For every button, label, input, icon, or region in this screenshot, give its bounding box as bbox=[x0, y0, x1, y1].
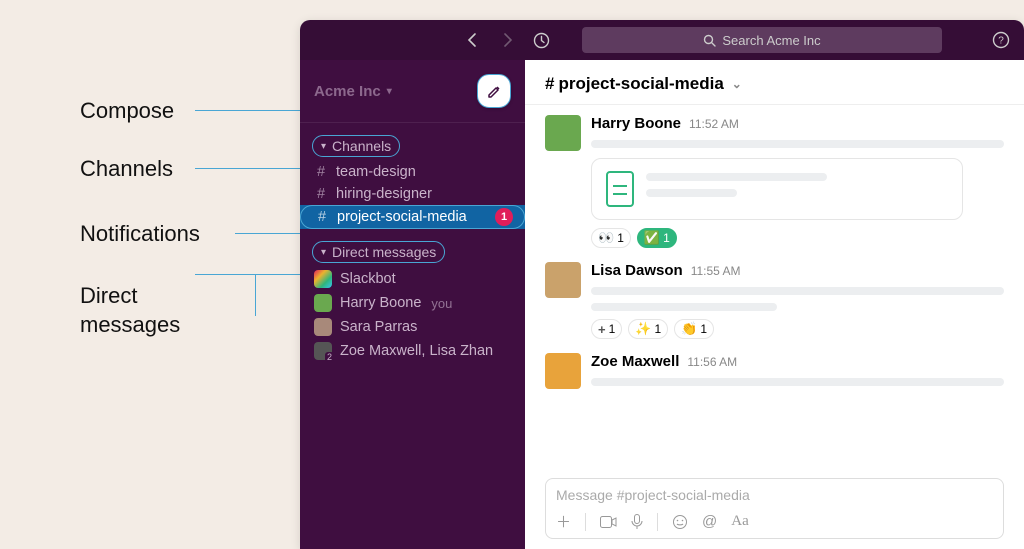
composer-format-icon[interactable]: Aa bbox=[731, 513, 749, 530]
help-icon[interactable]: ? bbox=[990, 29, 1012, 51]
direct-messages-section-header[interactable]: ▾ Direct messages bbox=[312, 241, 445, 263]
message-list: Harry Boone 11:52 AM 👀1 bbox=[525, 105, 1024, 478]
chevron-down-icon: ▾ bbox=[387, 86, 392, 97]
reactions-bar: 👀1 ✅1 bbox=[591, 228, 1004, 248]
annotation-channels: Channels bbox=[80, 156, 173, 182]
message-attachment[interactable] bbox=[591, 158, 963, 220]
avatar-icon bbox=[545, 262, 581, 298]
dm-item-slackbot[interactable]: Slackbot bbox=[300, 267, 525, 291]
channels-section-header[interactable]: ▾ Channels bbox=[312, 135, 400, 157]
reaction-check[interactable]: ✅1 bbox=[637, 228, 677, 248]
workspace-header[interactable]: Acme Inc ▾ bbox=[300, 66, 525, 123]
message-author[interactable]: Zoe Maxwell bbox=[591, 353, 679, 370]
message-text-placeholder bbox=[591, 287, 1004, 295]
avatar-group-icon: 2 bbox=[314, 342, 332, 360]
annotation-direct-messages: Direct messages bbox=[80, 282, 180, 339]
composer-mic-icon[interactable] bbox=[631, 514, 643, 530]
document-icon bbox=[606, 171, 634, 207]
message-composer[interactable]: Message #project-social-media ＋ @ Aa bbox=[545, 478, 1004, 539]
svg-text:?: ? bbox=[998, 36, 1004, 47]
message-item: Harry Boone 11:52 AM 👀1 bbox=[545, 115, 1004, 248]
compose-button[interactable] bbox=[477, 74, 511, 108]
message-item: Zoe Maxwell 11:56 AM bbox=[545, 353, 1004, 389]
message-author[interactable]: Lisa Dawson bbox=[591, 262, 683, 279]
channel-name: team-design bbox=[336, 164, 416, 180]
reaction-sparkles[interactable]: ✨1 bbox=[628, 319, 668, 339]
avatar-icon bbox=[545, 115, 581, 151]
you-label: you bbox=[431, 296, 452, 311]
compose-icon bbox=[486, 83, 503, 100]
channel-view: # project-social-media ⌄ Harry Boone 11:… bbox=[525, 60, 1024, 549]
attachment-meta-placeholder bbox=[646, 189, 737, 197]
reaction-clap[interactable]: 👏1 bbox=[674, 319, 714, 339]
dm-item-harry-boone[interactable]: Harry Boone you bbox=[300, 291, 525, 315]
avatar-slackbot-icon bbox=[314, 270, 332, 288]
nav-forward-icon[interactable] bbox=[496, 29, 518, 51]
channel-item-hiring-designer[interactable]: # hiring-designer bbox=[300, 183, 525, 205]
channel-item-project-social-media[interactable]: # project-social-media 1 bbox=[300, 205, 525, 229]
separator bbox=[657, 513, 658, 531]
message-text-placeholder bbox=[591, 378, 1004, 386]
annotation-arrow-dm-v bbox=[255, 274, 256, 316]
hash-icon: # bbox=[314, 164, 328, 180]
reactions-bar: +1 ✨1 👏1 bbox=[591, 319, 1004, 339]
direct-messages-label: Direct messages bbox=[332, 244, 436, 260]
workspace-name: Acme Inc ▾ bbox=[314, 83, 392, 100]
unread-badge: 1 bbox=[495, 208, 513, 226]
message-text-placeholder bbox=[591, 303, 777, 311]
message-text-placeholder bbox=[591, 140, 1004, 148]
dm-name: Harry Boone bbox=[340, 295, 421, 311]
hash-icon: # bbox=[315, 209, 329, 225]
direct-messages-section: ▾ Direct messages Slackbot Harry Boone y… bbox=[300, 241, 525, 363]
attachment-title-placeholder bbox=[646, 173, 827, 181]
channels-section: ▾ Channels # team-design # hiring-design… bbox=[300, 135, 525, 229]
channel-name: project-social-media bbox=[337, 209, 467, 225]
nav-back-icon[interactable] bbox=[462, 29, 484, 51]
slack-window: Search Acme Inc ? Acme Inc ▾ bbox=[300, 20, 1024, 549]
dm-item-sara-parras[interactable]: Sara Parras bbox=[300, 315, 525, 339]
sidebar: Acme Inc ▾ ▾ Channels # bbox=[300, 60, 525, 549]
dm-name: Zoe Maxwell, Lisa Zhan bbox=[340, 343, 493, 359]
annotation-compose: Compose bbox=[80, 98, 174, 124]
message-time: 11:55 AM bbox=[691, 264, 741, 278]
avatar-icon bbox=[314, 318, 332, 336]
top-navigation-bar: Search Acme Inc ? bbox=[300, 20, 1024, 60]
chevron-down-icon: ⌄ bbox=[732, 77, 742, 91]
dm-name: Slackbot bbox=[340, 271, 396, 287]
avatar-icon bbox=[545, 353, 581, 389]
search-icon bbox=[703, 34, 716, 47]
dm-item-group[interactable]: 2 Zoe Maxwell, Lisa Zhan bbox=[300, 339, 525, 363]
message-time: 11:52 AM bbox=[689, 117, 739, 131]
channel-header[interactable]: # project-social-media ⌄ bbox=[525, 60, 1024, 105]
message-time: 11:56 AM bbox=[687, 355, 737, 369]
chevron-down-icon: ▾ bbox=[321, 141, 326, 152]
annotation-arrow-channels bbox=[195, 168, 317, 169]
channels-label: Channels bbox=[332, 138, 391, 154]
search-input[interactable]: Search Acme Inc bbox=[582, 27, 942, 53]
reaction-add[interactable]: +1 bbox=[591, 319, 622, 339]
reaction-eyes[interactable]: 👀1 bbox=[591, 228, 631, 248]
avatar-icon bbox=[314, 294, 332, 312]
chevron-down-icon: ▾ bbox=[321, 247, 326, 258]
composer-emoji-icon[interactable] bbox=[672, 514, 688, 530]
history-icon[interactable] bbox=[530, 29, 552, 51]
channel-title-prefix: # bbox=[545, 74, 554, 94]
composer-toolbar: ＋ @ Aa bbox=[556, 511, 993, 532]
annotation-notifications: Notifications bbox=[80, 221, 200, 247]
annotation-arrow-dm-h bbox=[195, 274, 255, 275]
composer-video-icon[interactable] bbox=[600, 516, 617, 528]
dm-name: Sara Parras bbox=[340, 319, 417, 335]
search-placeholder: Search Acme Inc bbox=[722, 33, 820, 48]
channel-title: project-social-media bbox=[558, 74, 723, 94]
channel-item-team-design[interactable]: # team-design bbox=[300, 161, 525, 183]
composer-mention-icon[interactable]: @ bbox=[702, 513, 717, 530]
message-author[interactable]: Harry Boone bbox=[591, 115, 681, 132]
composer-placeholder: Message #project-social-media bbox=[556, 487, 993, 503]
message-item: Lisa Dawson 11:55 AM +1 ✨1 👏1 bbox=[545, 262, 1004, 339]
composer-plus-icon[interactable]: ＋ bbox=[556, 511, 571, 532]
separator bbox=[585, 513, 586, 531]
channel-name: hiring-designer bbox=[336, 186, 432, 202]
hash-icon: # bbox=[314, 186, 328, 202]
